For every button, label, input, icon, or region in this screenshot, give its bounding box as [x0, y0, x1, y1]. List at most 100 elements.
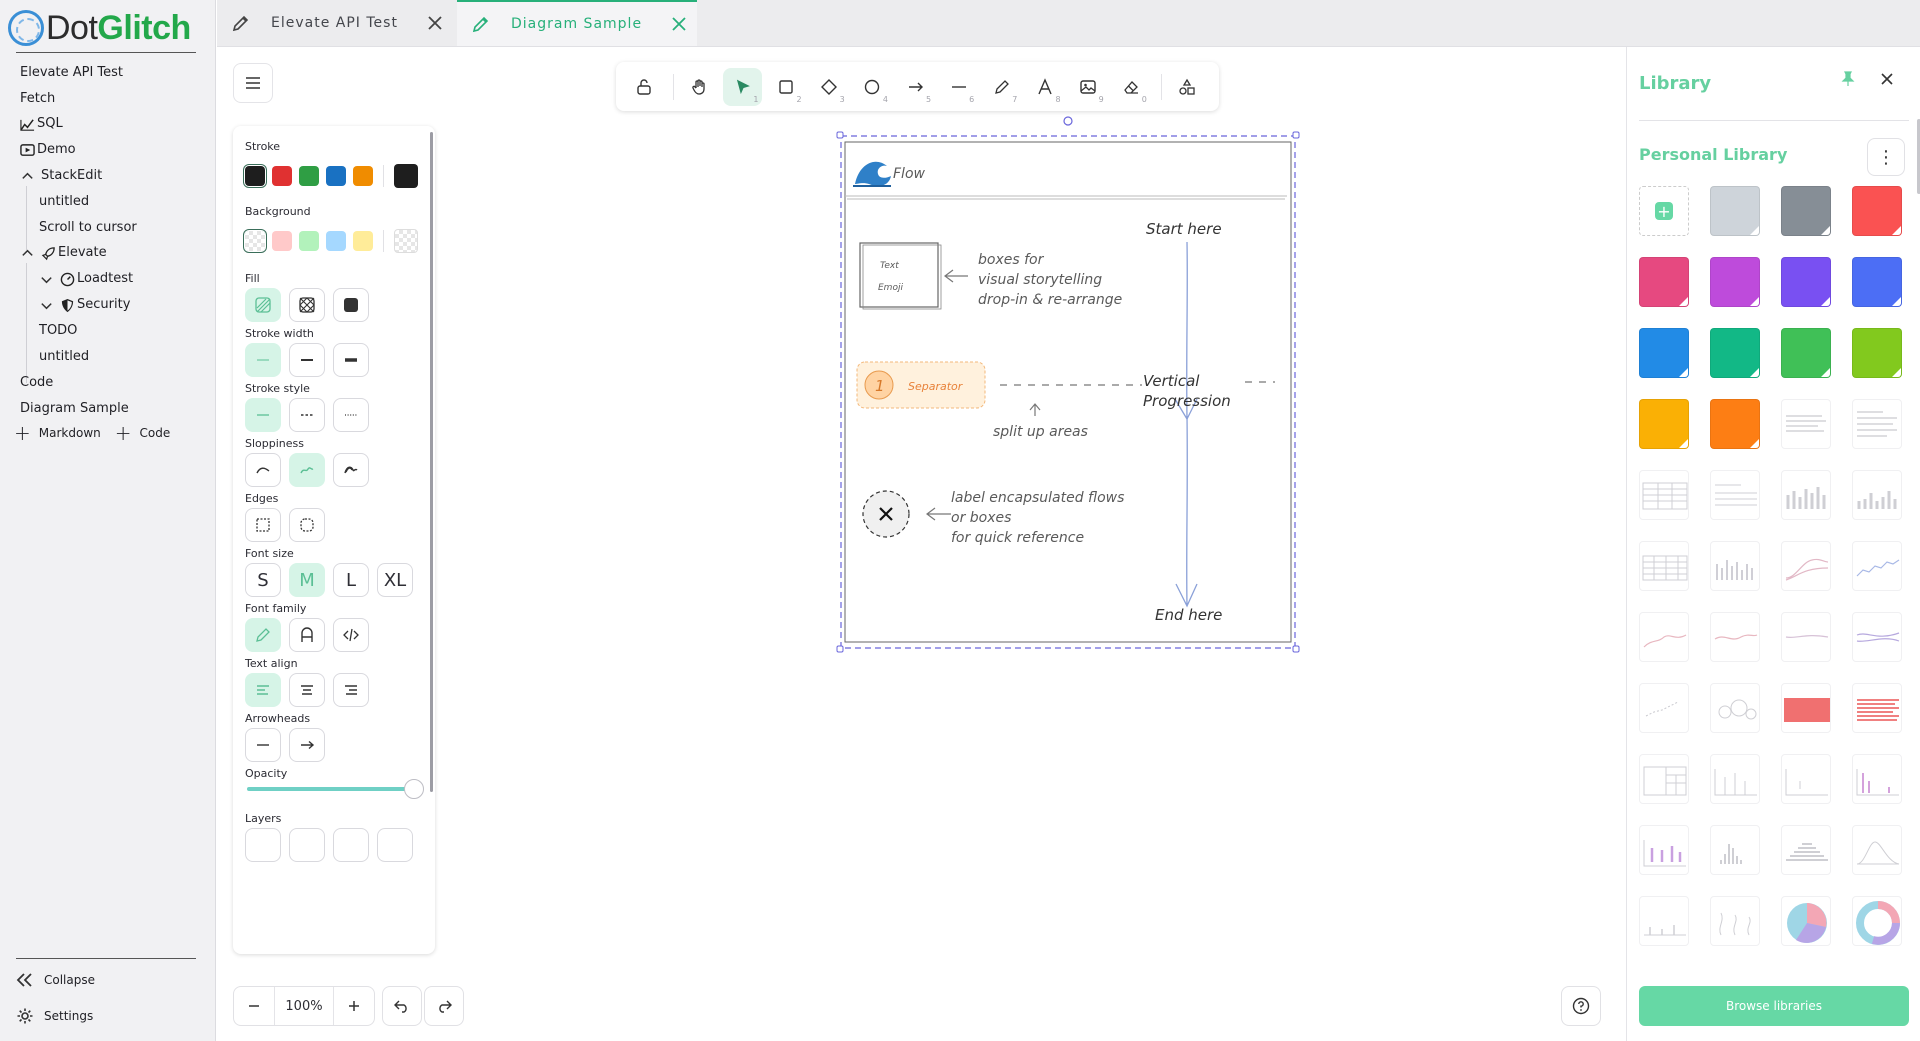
lock-tool[interactable]	[624, 68, 663, 106]
arrowhead-end-button[interactable]	[289, 728, 325, 762]
add-to-library-item[interactable]: +	[1639, 186, 1689, 236]
nav-item-elevate[interactable]: Elevate	[20, 242, 107, 264]
arrow-tool[interactable]: 5	[896, 68, 935, 106]
nav-item-demo[interactable]: Demo	[20, 139, 76, 161]
stroke-bold-button[interactable]	[289, 343, 325, 377]
sticky-note-item[interactable]	[1710, 328, 1760, 378]
sticky-note-item[interactable]	[1639, 257, 1689, 307]
layer-button[interactable]	[245, 828, 281, 862]
brand-logo[interactable]: DotGlitch	[8, 6, 191, 50]
bg-color-swatch[interactable]	[353, 231, 373, 251]
stroke-color-swatch[interactable]	[299, 166, 319, 186]
undo-button[interactable]	[382, 986, 422, 1026]
nav-item-todo[interactable]: TODO	[39, 320, 77, 342]
text-tool[interactable]: 8	[1025, 68, 1064, 106]
selection-tool[interactable]: 1	[723, 67, 763, 106]
stroke-dotted-button[interactable]	[333, 398, 369, 432]
chart-thumbnail[interactable]	[1710, 541, 1760, 591]
chart-thumbnail[interactable]	[1852, 541, 1902, 591]
stroke-color-swatch[interactable]	[326, 166, 346, 186]
sticky-note-item[interactable]	[1639, 328, 1689, 378]
chart-thumbnail[interactable]	[1639, 612, 1689, 662]
chart-thumbnail[interactable]	[1639, 541, 1689, 591]
chart-thumbnail[interactable]	[1639, 825, 1689, 875]
sticky-note-item[interactable]	[1710, 186, 1760, 236]
chart-thumbnail[interactable]	[1852, 896, 1902, 946]
stroke-current-color[interactable]	[394, 164, 418, 188]
rotate-handle[interactable]	[1063, 116, 1073, 126]
nav-item-fetch[interactable]: Fetch	[20, 88, 55, 110]
template-thumbnail[interactable]	[1781, 399, 1831, 449]
chart-thumbnail[interactable]	[1781, 754, 1831, 804]
font-hand-drawn-button[interactable]	[245, 618, 281, 652]
resize-handle[interactable]	[1292, 131, 1300, 139]
close-icon[interactable]	[1879, 71, 1895, 87]
collapse-button[interactable]: Collapse	[16, 972, 95, 988]
nav-item-elevate-api-test[interactable]: Elevate API Test	[20, 62, 123, 84]
chart-thumbnail[interactable]	[1639, 683, 1689, 733]
bg-color-swatch[interactable]	[326, 231, 346, 251]
sticky-note-item[interactable]	[1852, 257, 1902, 307]
fill-hachure-button[interactable]	[245, 288, 281, 322]
stroke-color-swatch[interactable]	[245, 166, 265, 186]
align-left-button[interactable]	[245, 673, 281, 707]
sloppiness-architect-button[interactable]	[245, 453, 281, 487]
main-menu-button[interactable]	[233, 63, 273, 103]
chart-thumbnail[interactable]	[1639, 754, 1689, 804]
stroke-thin-button[interactable]	[245, 343, 281, 377]
plus-icon[interactable]: +	[115, 423, 132, 443]
sticky-note-item[interactable]	[1781, 186, 1831, 236]
sticky-note-item[interactable]	[1710, 399, 1760, 449]
chart-thumbnail[interactable]	[1710, 825, 1760, 875]
chevron-up-icon[interactable]	[20, 246, 35, 261]
zoom-out-button[interactable]	[234, 987, 274, 1025]
stroke-color-swatch[interactable]	[272, 166, 292, 186]
pin-icon[interactable]	[1840, 71, 1856, 87]
bg-color-swatch[interactable]	[272, 231, 292, 251]
tab-diagram-sample[interactable]: Diagram Sample	[457, 0, 697, 46]
sloppiness-cartoonist-button[interactable]	[333, 453, 369, 487]
line-tool[interactable]: 6	[939, 68, 978, 106]
more-tools[interactable]	[1168, 68, 1207, 106]
diamond-tool[interactable]: 3	[810, 68, 849, 106]
chevron-up-icon[interactable]	[20, 169, 35, 184]
stroke-color-swatch[interactable]	[353, 166, 373, 186]
chart-thumbnail[interactable]	[1781, 896, 1831, 946]
zoom-in-button[interactable]	[334, 987, 374, 1025]
chart-thumbnail[interactable]	[1710, 896, 1760, 946]
rectangle-tool[interactable]: 2	[766, 68, 805, 106]
sticky-note-item[interactable]	[1639, 399, 1689, 449]
bg-color-swatch[interactable]	[245, 231, 265, 251]
nav-item-code[interactable]: Code	[20, 372, 53, 394]
edges-round-button[interactable]	[289, 508, 325, 542]
plus-icon[interactable]: +	[14, 423, 31, 443]
chart-thumbnail[interactable]	[1710, 754, 1760, 804]
hand-tool[interactable]	[680, 68, 719, 106]
chart-thumbnail[interactable]	[1852, 754, 1902, 804]
chart-thumbnail[interactable]	[1781, 683, 1831, 733]
bg-current-color[interactable]	[394, 229, 418, 253]
font-normal-button[interactable]	[289, 618, 325, 652]
font-size-medium-button[interactable]: M	[289, 563, 325, 597]
sticky-note-item[interactable]	[1781, 257, 1831, 307]
library-menu-button[interactable]: ⋮	[1867, 138, 1905, 176]
align-center-button[interactable]	[289, 673, 325, 707]
chart-thumbnail[interactable]	[1710, 683, 1760, 733]
sticky-note-item[interactable]	[1781, 328, 1831, 378]
diagram-drawing[interactable]: Flow Text Emoji boxes for visual storyte…	[835, 114, 1303, 654]
chart-thumbnail[interactable]	[1639, 896, 1689, 946]
fill-crosshatch-button[interactable]	[289, 288, 325, 322]
chart-thumbnail[interactable]	[1781, 541, 1831, 591]
resize-handle[interactable]	[836, 645, 844, 653]
redo-button[interactable]	[424, 986, 464, 1026]
settings-button[interactable]: Settings	[16, 1007, 93, 1025]
align-right-button[interactable]	[333, 673, 369, 707]
add-markdown-button[interactable]: Markdown	[39, 426, 101, 440]
nav-item-loadtest[interactable]: Loadtest	[39, 268, 133, 290]
ellipse-tool[interactable]: 4	[853, 68, 892, 106]
template-thumbnail[interactable]	[1852, 399, 1902, 449]
sloppiness-artist-button[interactable]	[289, 453, 325, 487]
font-size-small-button[interactable]: S	[245, 563, 281, 597]
stroke-extra-bold-button[interactable]	[333, 343, 369, 377]
nav-item-sql[interactable]: SQL	[20, 113, 63, 135]
